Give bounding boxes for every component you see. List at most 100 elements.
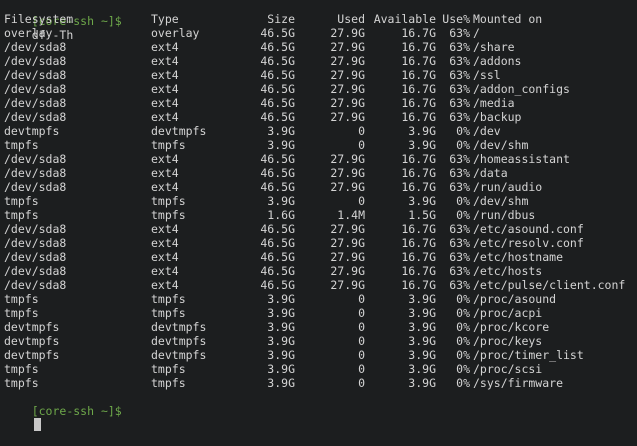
cell-size: 3.9G — [267, 306, 295, 320]
cell-mounted-on: /proc/acpi — [473, 306, 543, 320]
cell-available: 16.7G — [401, 250, 436, 264]
cell-available: 16.7G — [401, 180, 436, 194]
cell-type: ext4 — [151, 82, 179, 96]
table-row: /dev/sda8 ext4 46.5G 27.9G 16.7G 63%/ssl — [4, 68, 637, 82]
cell-available: 1.5G — [408, 208, 436, 222]
cell-available: 16.7G — [401, 152, 436, 166]
cell-type: devtmpfs — [151, 348, 207, 362]
cell-filesystem: devtmpfs — [4, 348, 60, 362]
final-command-line[interactable]: [core-ssh ~]$ — [4, 390, 122, 431]
cell-use-percent: 0% — [456, 124, 470, 138]
table-row: /dev/sda8 ext4 46.5G 27.9G 16.7G 63%/etc/reso… — [4, 236, 637, 250]
cell-available: 3.9G — [408, 348, 436, 362]
text-cursor — [33, 418, 41, 431]
cell-filesystem: /dev/sda8 — [4, 222, 67, 236]
table-row: devtmpfs devtmpfs 3.9G 0 3.9G 0%/proc/kcore — [4, 320, 637, 334]
cell-use-percent: 0% — [456, 194, 470, 208]
shell-prompt-final: [core-ssh ~]$ — [31, 404, 122, 418]
cell-used: 27.9G — [330, 26, 365, 40]
cell-used: 27.9G — [330, 152, 365, 166]
cell-available: 3.9G — [408, 194, 436, 208]
table-row: /dev/sda8 ext4 46.5G 27.9G 16.7G 63%/data — [4, 166, 637, 180]
cell-used: 27.9G — [330, 96, 365, 110]
cell-mounted-on: /media — [473, 96, 515, 110]
table-row: /dev/sda8 ext4 46.5G 27.9G 16.7G 63%/etc/puls… — [4, 278, 637, 292]
cell-size: 3.9G — [267, 362, 295, 376]
cell-available: 3.9G — [408, 138, 436, 152]
header-type: Type — [151, 12, 179, 26]
header-used: Used — [337, 12, 365, 26]
cell-use-percent: 63% — [449, 96, 470, 110]
cell-used: 27.9G — [330, 54, 365, 68]
cell-size: 46.5G — [260, 110, 295, 124]
cell-used: 0 — [358, 194, 365, 208]
cell-filesystem: /dev/sda8 — [4, 166, 67, 180]
cell-size: 46.5G — [260, 278, 295, 292]
cell-mounted-on: /share — [473, 40, 515, 54]
cell-filesystem: /dev/sda8 — [4, 278, 67, 292]
cell-used: 27.9G — [330, 236, 365, 250]
cell-available: 16.7G — [401, 264, 436, 278]
cell-use-percent: 63% — [449, 264, 470, 278]
cell-mounted-on: /etc/pulse/client.conf — [473, 278, 626, 292]
table-row: /dev/sda8 ext4 46.5G 27.9G 16.7G 63%/etc/host… — [4, 250, 637, 264]
table-row: devtmpfs devtmpfs 3.9G 0 3.9G 0%/proc/timer_l… — [4, 348, 637, 362]
cell-size: 3.9G — [267, 194, 295, 208]
cell-mounted-on: /proc/keys — [473, 334, 543, 348]
header-use-percent: Use% — [442, 12, 470, 26]
table-row: /dev/sda8 ext4 46.5G 27.9G 16.7G 63%/addons — [4, 54, 637, 68]
cell-type: ext4 — [151, 40, 179, 54]
cell-available: 16.7G — [401, 54, 436, 68]
cell-available: 3.9G — [408, 124, 436, 138]
cell-use-percent: 0% — [456, 208, 470, 222]
cell-mounted-on: /etc/asound.conf — [473, 222, 584, 236]
cell-used: 27.9G — [330, 82, 365, 96]
cell-type: tmpfs — [151, 292, 186, 306]
cell-type: ext4 — [151, 166, 179, 180]
cell-type: devtmpfs — [151, 334, 207, 348]
cell-filesystem: devtmpfs — [4, 320, 60, 334]
cell-available: 16.7G — [401, 166, 436, 180]
cell-available: 16.7G — [401, 40, 436, 54]
cell-available: 3.9G — [408, 376, 436, 390]
cell-mounted-on: /ssl — [473, 68, 501, 82]
cell-size: 3.9G — [267, 138, 295, 152]
cell-mounted-on: /dev — [473, 124, 501, 138]
cell-available: 16.7G — [401, 236, 436, 250]
cell-available: 16.7G — [401, 110, 436, 124]
cell-used: 0 — [358, 348, 365, 362]
table-row: /dev/sda8 ext4 46.5G 27.9G 16.7G 63%/etc/host… — [4, 264, 637, 278]
cell-size: 3.9G — [267, 292, 295, 306]
cell-filesystem: devtmpfs — [4, 334, 60, 348]
cell-used: 0 — [358, 376, 365, 390]
table-row: /dev/sda8 ext4 46.5G 27.9G 16.7G 63%/addon_co… — [4, 82, 637, 96]
cell-use-percent: 63% — [449, 222, 470, 236]
header-available: Available — [373, 12, 436, 26]
table-header: Filesystem Type Size Used Available Use%… — [4, 12, 637, 26]
cell-filesystem: /dev/sda8 — [4, 180, 67, 194]
cell-use-percent: 0% — [456, 348, 470, 362]
cell-available: 16.7G — [401, 68, 436, 82]
cell-available: 3.9G — [408, 306, 436, 320]
terminal-window[interactable]: [core-ssh ~]$ df -Th Filesystem Type Siz… — [0, 0, 637, 431]
cell-filesystem: /dev/sda8 — [4, 82, 67, 96]
cell-filesystem: /dev/sda8 — [4, 250, 67, 264]
cell-used: 1.4M — [337, 208, 365, 222]
cell-mounted-on: /dev/shm — [473, 138, 529, 152]
cell-type: tmpfs — [151, 138, 186, 152]
cell-type: ext4 — [151, 180, 179, 194]
cell-use-percent: 63% — [449, 110, 470, 124]
cell-filesystem: /dev/sda8 — [4, 68, 67, 82]
cell-available: 16.7G — [401, 222, 436, 236]
cell-size: 46.5G — [260, 40, 295, 54]
cell-size: 46.5G — [260, 250, 295, 264]
cell-mounted-on: /backup — [473, 110, 522, 124]
cell-mounted-on: /proc/timer_list — [473, 348, 584, 362]
cell-mounted-on: / — [473, 26, 480, 40]
cell-mounted-on: /data — [473, 166, 508, 180]
table-row: devtmpfs devtmpfs 3.9G 0 3.9G 0%/proc/keys — [4, 334, 637, 348]
cell-filesystem: tmpfs — [4, 306, 39, 320]
cell-size: 46.5G — [260, 152, 295, 166]
cell-use-percent: 63% — [449, 40, 470, 54]
cell-available: 16.7G — [401, 26, 436, 40]
